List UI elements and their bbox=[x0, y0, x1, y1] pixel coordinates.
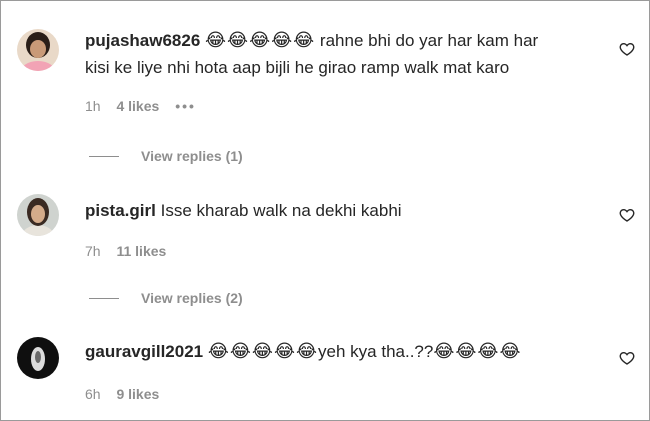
divider bbox=[89, 155, 119, 157]
comments-panel: pujashaw6826 😂😂😂😂😂 rahne bhi do yar har … bbox=[0, 0, 650, 421]
likes-count[interactable]: 9 likes bbox=[116, 386, 159, 402]
divider bbox=[89, 297, 119, 299]
comment-body: gauravgill2021 😂😂😂😂😂yeh kya tha..??😂😂😂😂 bbox=[85, 338, 599, 365]
likes-count[interactable]: 4 likes bbox=[116, 98, 159, 114]
emoji-group: 😂😂😂😂😂 bbox=[205, 30, 316, 50]
view-replies-button[interactable]: View replies (1) bbox=[89, 146, 243, 166]
comment-text: Isse kharab walk na dekhi kabhi bbox=[160, 201, 402, 220]
timestamp: 1h bbox=[85, 98, 101, 114]
avatar[interactable] bbox=[17, 29, 59, 71]
comment-meta: 7h 11 likes bbox=[85, 243, 178, 259]
heart-icon[interactable] bbox=[619, 207, 635, 223]
heart-icon[interactable] bbox=[619, 350, 635, 366]
username[interactable]: pujashaw6826 bbox=[85, 31, 200, 50]
comment-text: rahne bhi do yar har kam har bbox=[319, 31, 539, 50]
emoji-group: 😂😂😂😂 bbox=[433, 341, 522, 361]
comment-meta: 6h 9 likes bbox=[85, 386, 171, 402]
avatar[interactable] bbox=[17, 194, 59, 236]
comment-meta: 1h 4 likes ••• bbox=[85, 98, 208, 114]
more-options-icon[interactable]: ••• bbox=[175, 98, 196, 114]
emoji-group: 😂😂😂😂😂 bbox=[207, 341, 319, 361]
comment-text: yeh kya tha..?? bbox=[318, 342, 434, 361]
comment-body: pista.girl Isse kharab walk na dekhi kab… bbox=[85, 197, 599, 224]
comment-text-continued: kisi ke liye nhi hota aap bijli he girao… bbox=[85, 58, 510, 77]
comment-body: pujashaw6826 😂😂😂😂😂 rahne bhi do yar har … bbox=[85, 27, 599, 81]
view-replies-button[interactable]: View replies (2) bbox=[89, 288, 243, 308]
heart-icon[interactable] bbox=[619, 41, 635, 57]
view-replies-label: View replies (1) bbox=[141, 148, 243, 164]
username[interactable]: pista.girl bbox=[85, 201, 156, 220]
username[interactable]: gauravgill2021 bbox=[85, 342, 203, 361]
likes-count[interactable]: 11 likes bbox=[116, 243, 166, 259]
view-replies-label: View replies (2) bbox=[141, 290, 243, 306]
avatar[interactable] bbox=[17, 337, 59, 379]
timestamp: 7h bbox=[85, 243, 101, 259]
timestamp: 6h bbox=[85, 386, 101, 402]
